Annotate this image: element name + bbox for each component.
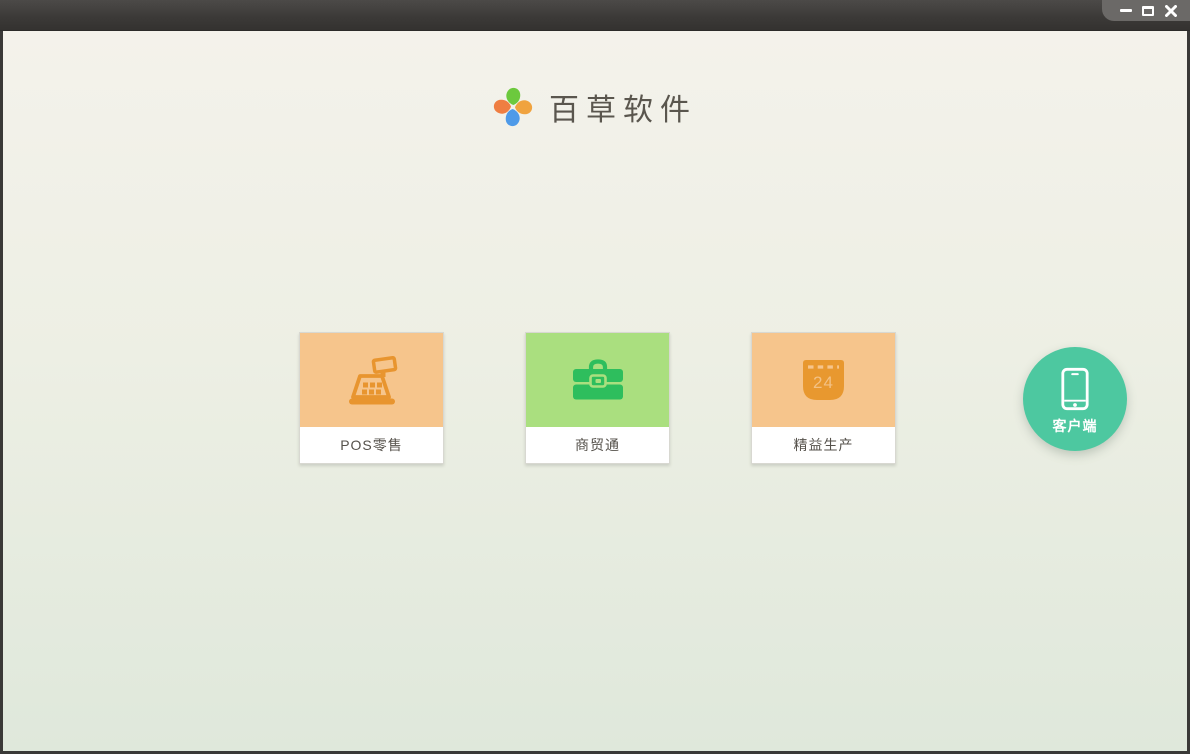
title-bar[interactable] (0, 0, 1190, 31)
product-card-lean-production[interactable]: 24 精益生产 (751, 332, 896, 464)
product-card-pos-retail[interactable]: POS零售 (299, 332, 444, 464)
briefcase-icon (572, 359, 623, 400)
pinwheel-logo-icon (493, 86, 533, 128)
client-button-label: 客户端 (1052, 417, 1098, 434)
minimize-icon (1119, 9, 1132, 12)
product-label: 精益生产 (752, 427, 895, 463)
maximize-icon (1142, 5, 1154, 16)
calendar-day: 24 (813, 373, 834, 392)
product-label: POS零售 (300, 427, 443, 463)
app-title: 百草软件 (549, 93, 697, 128)
client-button[interactable]: 客户端 (1023, 347, 1127, 451)
app-window: 百草软件 POS零售 商贸通 24 精益生产 客户端 (0, 0, 1190, 754)
main-content: 百草软件 POS零售 商贸通 24 精益生产 客户端 (3, 31, 1187, 751)
product-card-trade[interactable]: 商贸通 (525, 332, 670, 464)
close-button[interactable] (1162, 3, 1180, 19)
calendar-icon: 24 (803, 360, 844, 400)
product-tile (300, 333, 443, 427)
product-tile: 24 (752, 333, 895, 427)
maximize-button[interactable] (1139, 3, 1157, 19)
window-controls (1102, 0, 1190, 21)
app-brand: 百草软件 (3, 81, 1187, 133)
cash-register-icon (348, 355, 397, 405)
product-tile (526, 333, 669, 427)
minimize-button[interactable] (1117, 3, 1135, 19)
smartphone-icon (1061, 367, 1089, 410)
close-icon (1164, 4, 1177, 17)
product-label: 商贸通 (526, 427, 669, 463)
